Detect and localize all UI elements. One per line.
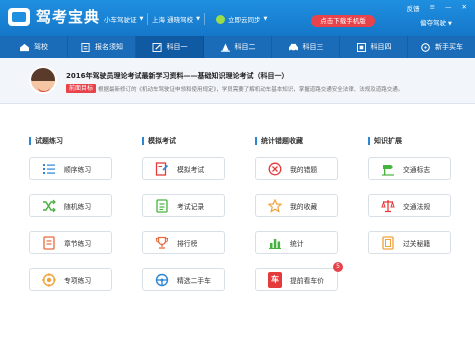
section-title-practice: 试题练习: [29, 137, 63, 145]
chevron-down-icon: ▼: [448, 21, 452, 27]
list-icon: [42, 162, 56, 176]
minimize-icon[interactable]: —: [445, 3, 452, 13]
star-icon: [268, 198, 282, 213]
notification-badge: 5: [333, 262, 343, 272]
wheel-icon: [421, 42, 430, 52]
my-favorites-button[interactable]: 我的收藏: [255, 194, 338, 217]
app-name: 驾考宝典: [36, 8, 101, 26]
nav-item-subject-one[interactable]: 科目一: [136, 36, 204, 58]
nav-item-subject-two[interactable]: 科目二: [204, 36, 272, 58]
section-title-stats: 统计错题收藏: [255, 137, 303, 145]
chevron-down-icon: ▼: [139, 16, 144, 22]
app-logo[interactable]: 驾考宝典: [8, 6, 100, 27]
exam-record-button[interactable]: 考试记录: [142, 194, 225, 217]
pass-tips-button[interactable]: 过关秘籍: [368, 231, 451, 254]
target-icon: [42, 272, 56, 287]
school-select[interactable]: 上海 通晓驾校 ▼: [152, 13, 205, 25]
traffic-laws-button[interactable]: 交通法规: [368, 194, 451, 217]
wrong-icon: [268, 162, 282, 176]
menu-icon[interactable]: ≡: [430, 3, 435, 13]
close-icon[interactable]: ✕: [462, 3, 467, 13]
banner-title: 2016年驾驶员理论考试最新学习资料——基础知识理论考试（科目一）: [66, 72, 289, 80]
car-price-button[interactable]: 车 提前看车价: [255, 268, 338, 291]
banner-tag: 前面目标: [66, 84, 97, 93]
shuffle-icon: [42, 199, 56, 213]
avatar: [29, 66, 57, 94]
random-practice-button[interactable]: 随机练习: [29, 194, 112, 217]
record-icon: [155, 198, 169, 213]
nav-item-buy-car[interactable]: 新手买车: [408, 36, 475, 58]
sequential-practice-button[interactable]: 顺序练习: [29, 157, 112, 180]
intro-banner: 2016年驾驶员理论考试最新学习资料——基础知识理论考试（科目一） 前面目标 根…: [0, 58, 475, 104]
top-bar: 驾考宝典 小车驾驶证 ▼ 上海 通晓驾校 ▼ 立即云同步 ▼ 点击下载手机版 反馈 ≡…: [0, 0, 475, 36]
banner-description: 根据最新修订的《机动车驾驶证申领和使用规定》，学员需要了解机动车基本知识，掌握道…: [98, 87, 404, 93]
cloud-sync-button[interactable]: 立即云同步 ▼: [216, 13, 271, 25]
main-nav: 驾校 报名须知 科目一 科目二 科目三 科目四 新手买车: [0, 36, 475, 58]
window-controls: 反馈 ≡ — ✕: [407, 3, 467, 13]
bar-chart-icon: [268, 236, 282, 250]
car-type-select[interactable]: 小车驾驶证 ▼: [104, 13, 149, 25]
traffic-signs-button[interactable]: 交通标志: [368, 157, 451, 180]
car-icon: [288, 43, 298, 52]
car-tag-icon: 车: [268, 271, 282, 288]
chevron-down-icon: ▼: [196, 16, 200, 22]
my-mistakes-button[interactable]: 我的错题: [255, 157, 338, 180]
logo-icon: [8, 7, 30, 26]
cloud-icon: [216, 14, 225, 24]
mock-exam-button[interactable]: 模拟考试: [142, 157, 225, 180]
nav-item-subject-three[interactable]: 科目三: [272, 36, 340, 58]
section-title-exam: 模拟考试: [142, 137, 176, 145]
home-icon: [20, 43, 29, 51]
leaderboard-button[interactable]: 排行榜: [142, 231, 225, 254]
chevron-down-icon: ▼: [263, 16, 268, 22]
book-icon: [356, 42, 366, 52]
exam-paper-icon: [155, 161, 169, 176]
special-practice-button[interactable]: 专项练习: [29, 268, 112, 291]
statistics-button[interactable]: 统计: [255, 231, 338, 254]
feedback-link[interactable]: 反馈: [407, 3, 420, 13]
section-title-knowledge: 知识扩展: [368, 137, 402, 145]
download-app-button[interactable]: 点击下载手机版: [311, 15, 375, 27]
steering-wheel-icon: [155, 273, 169, 287]
trophy-icon: [155, 236, 169, 250]
secret-book-icon: [381, 235, 395, 250]
nav-item-registration[interactable]: 报名须知: [68, 36, 136, 58]
scales-icon: [381, 199, 395, 213]
cone-icon: [220, 42, 230, 52]
nav-item-subject-four[interactable]: 科目四: [340, 36, 408, 58]
user-menu[interactable]: 偏夺驾驶 ▼: [420, 17, 452, 27]
main-panel: [0, 104, 475, 338]
used-car-button[interactable]: 精选二手车: [142, 268, 225, 291]
chapter-book-icon: [42, 235, 56, 250]
nav-item-driving-school[interactable]: 驾校: [0, 36, 68, 58]
chapter-practice-button[interactable]: 章节练习: [29, 231, 112, 254]
traffic-sign-icon: [381, 162, 395, 176]
document-icon: [81, 42, 90, 52]
pencil-icon: [152, 42, 162, 52]
